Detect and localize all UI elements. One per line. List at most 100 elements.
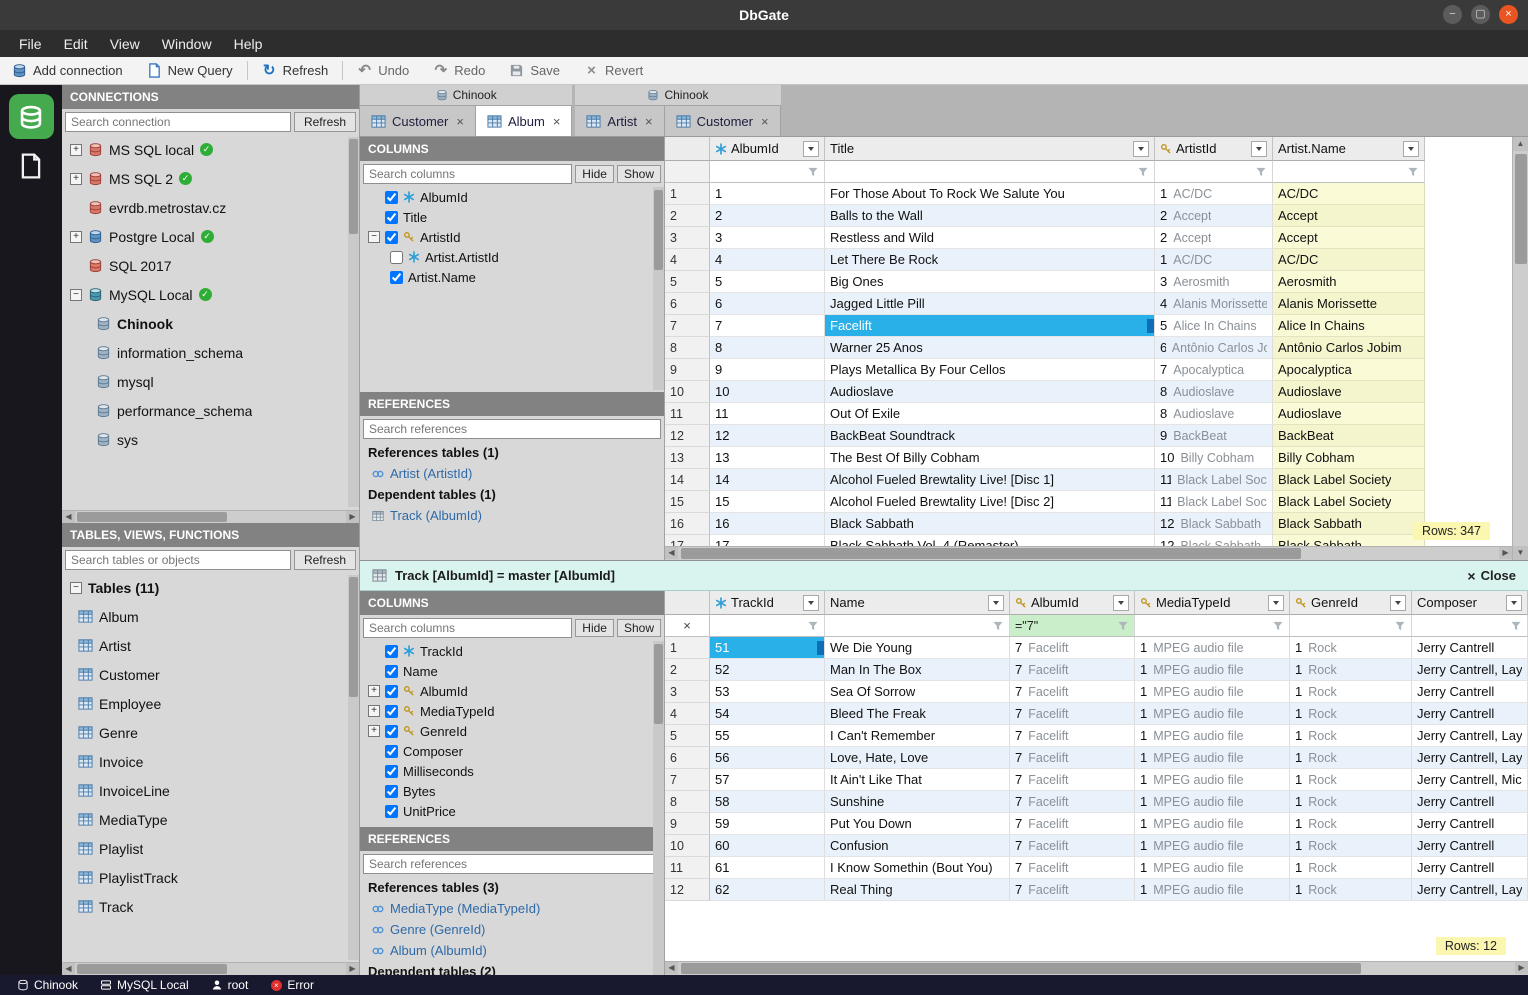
- add-connection-button[interactable]: Add connection: [0, 57, 135, 84]
- database-information-schema[interactable]: information_schema: [62, 338, 359, 367]
- cell-mediatypeid[interactable]: 1 MPEG audio file: [1135, 879, 1290, 901]
- selection-handle[interactable]: [1147, 319, 1154, 333]
- cell-artistid[interactable]: 12 Black Sabbath: [1155, 513, 1273, 535]
- album-references-search-input[interactable]: [363, 419, 661, 439]
- cell-albumid[interactable]: 7 Facelift: [1010, 857, 1135, 879]
- track-filter-mediatypeid[interactable]: [1135, 615, 1290, 637]
- cell-composer[interactable]: Jerry Cantrell: [1412, 857, 1528, 879]
- cell-composer[interactable]: Jerry Cantrell, Layne Staley: [1412, 725, 1528, 747]
- scroll-left-icon[interactable]: ◀: [62, 511, 75, 523]
- cell-albumid[interactable]: 7 Facelift: [1010, 747, 1135, 769]
- cell-composer[interactable]: Jerry Cantrell, Layne Staley: [1412, 747, 1528, 769]
- expand-icon[interactable]: +: [368, 685, 380, 697]
- status-error[interactable]: × Error: [259, 975, 325, 995]
- table-genre[interactable]: Genre: [62, 718, 359, 747]
- reference-link-mediatype-mediatypeid[interactable]: MediaType (MediaTypeId): [360, 898, 664, 919]
- row-number[interactable]: 11: [665, 857, 710, 879]
- cell-title[interactable]: Let There Be Rock: [825, 249, 1155, 271]
- selection-handle[interactable]: [817, 641, 824, 655]
- cell-albumid[interactable]: 7 Facelift: [1010, 725, 1135, 747]
- cell-composer[interactable]: Jerry Cantrell: [1412, 791, 1528, 813]
- cell-title[interactable]: Facelift: [825, 315, 1155, 337]
- cell-artist-name[interactable]: Black Sabbath: [1273, 535, 1425, 546]
- row-number[interactable]: 11: [665, 403, 710, 425]
- tab-close-icon[interactable]: ×: [761, 114, 769, 129]
- tab-artist[interactable]: Artist ×: [575, 106, 665, 136]
- cell-artist-name[interactable]: BackBeat: [1273, 425, 1425, 447]
- column-checkbox[interactable]: [385, 664, 398, 678]
- cell-artistid[interactable]: 10 Billy Cobham: [1155, 447, 1273, 469]
- cell-albumid[interactable]: 7 Facelift: [1010, 703, 1135, 725]
- cell-genreid[interactable]: 1 Rock: [1290, 747, 1412, 769]
- table-invoice[interactable]: Invoice: [62, 747, 359, 776]
- column-menu-icon[interactable]: [1113, 594, 1129, 611]
- cell-albumid[interactable]: 17: [710, 535, 825, 546]
- row-number[interactable]: 2: [665, 659, 710, 681]
- cell-albumid[interactable]: 7 Facelift: [1010, 681, 1135, 703]
- cell-mediatypeid[interactable]: 1 MPEG audio file: [1135, 659, 1290, 681]
- reference-link-album-albumid[interactable]: Album (AlbumId): [360, 940, 664, 961]
- track-column-header-mediatypeid[interactable]: MediaTypeId: [1135, 591, 1290, 615]
- table-album[interactable]: Album: [62, 602, 359, 631]
- track-column-item-mediatypeid[interactable]: + MediaTypeId: [360, 701, 664, 721]
- table-employee[interactable]: Employee: [62, 689, 359, 718]
- cell-trackid[interactable]: 51: [710, 637, 825, 659]
- cell-artist-name[interactable]: Alice In Chains: [1273, 315, 1425, 337]
- menu-window[interactable]: Window: [151, 32, 223, 56]
- album-column-header-albumid[interactable]: AlbumId: [710, 137, 825, 161]
- cell-genreid[interactable]: 1 Rock: [1290, 835, 1412, 857]
- reference-link-genre-genreid[interactable]: Genre (GenreId): [360, 919, 664, 940]
- column-menu-icon[interactable]: [988, 594, 1004, 611]
- cell-genreid[interactable]: 1 Rock: [1290, 879, 1412, 901]
- minimize-button[interactable]: −: [1443, 5, 1462, 24]
- cell-artist-name[interactable]: Antônio Carlos Jobim: [1273, 337, 1425, 359]
- cell-trackid[interactable]: 62: [710, 879, 825, 901]
- cell-albumid[interactable]: 7 Facelift: [1010, 637, 1135, 659]
- cell-artistid[interactable]: 3 Aerosmith: [1155, 271, 1273, 293]
- row-number[interactable]: 8: [665, 791, 710, 813]
- cell-artist-name[interactable]: Black Label Society: [1273, 469, 1425, 491]
- connection-mysql-local[interactable]: − MySQL Local ✓: [62, 280, 359, 309]
- connection-postgre-local[interactable]: + Postgre Local ✓: [62, 222, 359, 251]
- tables-search-input[interactable]: [65, 550, 291, 570]
- row-number[interactable]: 7: [665, 769, 710, 791]
- table-mediatype[interactable]: MediaType: [62, 805, 359, 834]
- album-grid-hscrollbar[interactable]: ◀ ▶: [665, 546, 1512, 560]
- cell-name[interactable]: Put You Down: [825, 813, 1010, 835]
- column-checkbox[interactable]: [385, 210, 398, 224]
- row-number[interactable]: 9: [665, 359, 710, 381]
- cell-artist-name[interactable]: Alanis Morissette: [1273, 293, 1425, 315]
- track-panel-vscrollbar[interactable]: [653, 641, 664, 975]
- album-hide-button[interactable]: Hide: [575, 165, 614, 183]
- track-show-button[interactable]: Show: [616, 619, 661, 637]
- cell-title[interactable]: Big Ones: [825, 271, 1155, 293]
- cell-composer[interactable]: Jerry Cantrell: [1412, 835, 1528, 857]
- row-number[interactable]: 1: [665, 183, 710, 205]
- scroll-up-icon[interactable]: ▲: [1513, 137, 1528, 151]
- connections-vscrollbar[interactable]: [348, 137, 359, 507]
- column-checkbox[interactable]: [385, 764, 398, 778]
- table-artist[interactable]: Artist: [62, 631, 359, 660]
- track-references-search-input[interactable]: [363, 854, 661, 874]
- scroll-right-icon[interactable]: ▶: [346, 511, 359, 523]
- scroll-down-icon[interactable]: ▼: [1513, 546, 1528, 560]
- cell-albumid[interactable]: 7 Facelift: [1010, 835, 1135, 857]
- column-checkbox[interactable]: [385, 744, 398, 758]
- album-column-item-albumid[interactable]: AlbumId: [360, 187, 664, 207]
- track-filter-name[interactable]: [825, 615, 1010, 637]
- cell-artistid[interactable]: 7 Apocalyptica: [1155, 359, 1273, 381]
- album-panel-vscrollbar[interactable]: [653, 187, 664, 390]
- album-column-header-artist-name[interactable]: Artist.Name: [1273, 137, 1425, 161]
- cell-trackid[interactable]: 58: [710, 791, 825, 813]
- track-filter-trackid[interactable]: [710, 615, 825, 637]
- cell-artistid[interactable]: 4 Alanis Morissette: [1155, 293, 1273, 315]
- cell-title[interactable]: Restless and Wild: [825, 227, 1155, 249]
- tab-customer[interactable]: Customer ×: [664, 106, 781, 136]
- cell-artistid[interactable]: 1 AC/DC: [1155, 183, 1273, 205]
- tables-hscrollbar[interactable]: ◀ ▶: [62, 962, 359, 975]
- cell-albumid[interactable]: 13: [710, 447, 825, 469]
- cell-genreid[interactable]: 1 Rock: [1290, 857, 1412, 879]
- maximize-button[interactable]: ▢: [1471, 5, 1490, 24]
- cell-title[interactable]: Jagged Little Pill: [825, 293, 1155, 315]
- connection-ms-sql-2[interactable]: + MS SQL 2 ✓: [62, 164, 359, 193]
